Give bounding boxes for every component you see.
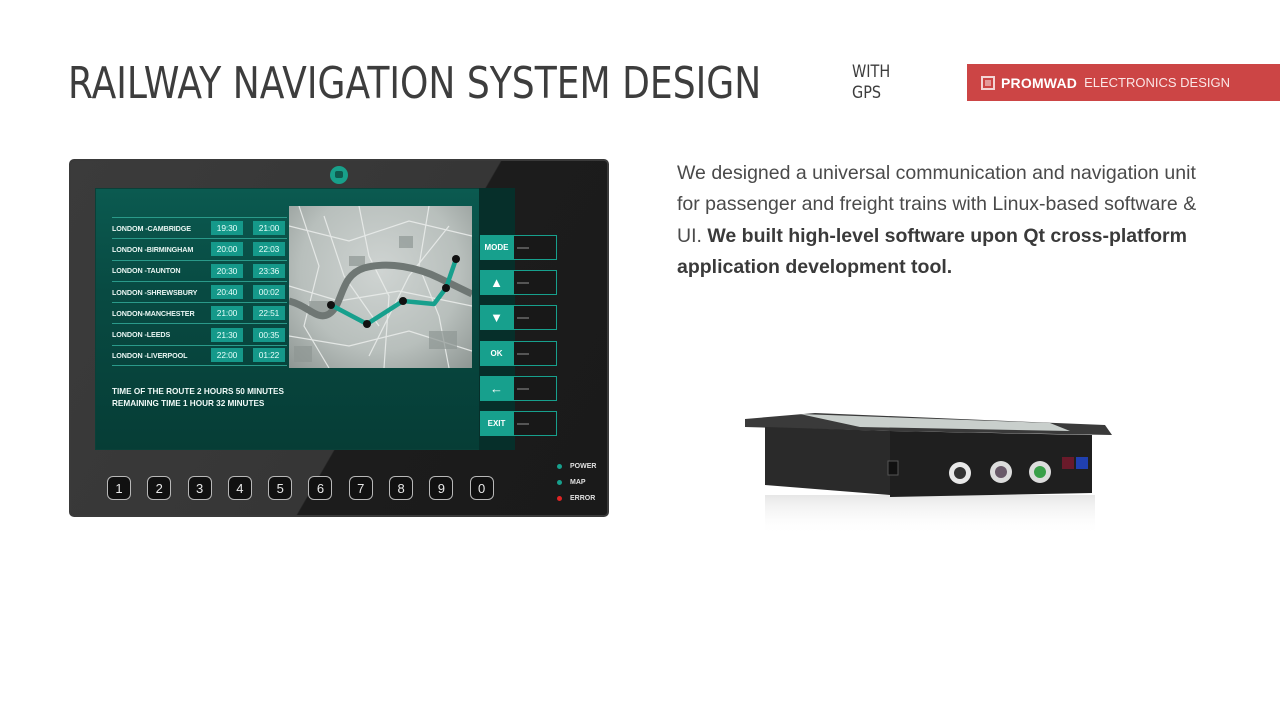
indicator-label: MAP [570,478,586,486]
physical-button-slot[interactable] [513,411,557,436]
keypad-key-1[interactable]: 1 [107,476,131,500]
route-name: LONDON -SHREWSBURY [112,287,198,297]
arrival-time: 23:36 [253,263,285,278]
led-icon [557,496,562,502]
keypad-key-9[interactable]: 9 [429,476,454,500]
down-button[interactable]: ▼ [480,305,513,330]
arrival-time: 00:35 [253,327,285,342]
arrow-up-icon: ▲ [490,275,503,290]
arrival-time: 22:03 [253,242,285,257]
mode-button[interactable]: MODE [480,235,513,260]
route-name: LONDON -LIVERPOOL [112,350,188,360]
departure-time: 20:30 [211,263,243,278]
route-row[interactable]: LONDON -BIRMINGHAM 20:00 22:03 [112,238,287,259]
route-row[interactable]: LONDON -SHREWSBURY 20:40 00:02 [112,280,287,302]
map-graphic [289,206,472,368]
promwad-logo-icon [981,75,995,90]
route-name: LONDON -BIRMINGHAM [112,244,194,254]
indicator-label: ERROR [570,495,596,503]
keypad-key-7[interactable]: 7 [348,476,373,500]
keypad-key-2[interactable]: 2 [147,476,172,500]
physical-button-slot[interactable] [513,270,557,295]
departure-time: 21:30 [211,327,243,342]
indicator-map: MAP [557,474,596,490]
back-button[interactable]: ← [480,376,513,401]
brand-banner: PROMWAD ELECTRONICS DESIGN [967,64,1280,101]
departure-time: 19:30 [211,221,243,236]
device-product-photo [740,405,1120,535]
subtitle-line-1: WITH [852,62,891,82]
physical-button-slot[interactable] [513,235,557,260]
physical-button-slot[interactable] [513,376,557,401]
route-stop [452,255,460,263]
departure-time: 20:00 [211,242,243,257]
route-table: LONDOM -CAMBRIDGE 19:30 21:00 LONDON -BIRMI… [112,217,287,367]
route-stop [442,284,450,292]
route-stop [363,320,371,328]
departure-time: 21:00 [211,306,243,321]
route-row[interactable]: LONDON -LEEDS 21:30 00:35 [112,323,287,344]
keypad-key-4[interactable]: 4 [227,476,252,500]
project-description: We designed a universal communication an… [677,158,1197,283]
arrival-time: 01:22 [253,348,285,363]
indicator-label: POWER [570,462,597,470]
mode-label: MODE [484,243,509,252]
indicator-power: POWER [557,458,596,474]
departure-time: 20:40 [211,285,243,300]
keypad-key-8[interactable]: 8 [389,476,414,500]
route-name: LONDON -LEEDS [112,330,171,340]
brand-name: PROMWAD [1001,74,1078,91]
exit-button[interactable]: EXIT [480,411,513,436]
exit-label: EXIT [487,419,506,428]
navigation-device: LONDOM -CAMBRIDGE 19:30 21:00 LONDON -BIRMI… [69,159,609,517]
route-time: TIME OF THE ROUTE 2 HOURS 50 MINUTES [112,387,284,396]
keypad-key-0[interactable]: 0 [469,476,494,500]
departure-time: 22:00 [211,348,243,363]
ok-label: OK [490,349,503,358]
route-stop [399,297,407,305]
indicator-error: ERROR [557,491,596,507]
arrival-time: 21:00 [253,221,285,236]
subtitle-line-2: GPS [852,83,882,103]
keypad-key-5[interactable]: 5 [268,476,293,500]
physical-button-slot[interactable] [513,305,557,330]
arrow-down-icon: ▼ [490,310,503,325]
status-indicators: POWER MAP ERROR [557,458,596,507]
connector-icon [949,461,1051,484]
up-button[interactable]: ▲ [480,270,513,295]
route-name: LONDON -TAUNTON [112,266,181,276]
physical-button-slot[interactable] [513,341,557,366]
route-name: LONDOM -CAMBRIDGE [112,223,191,233]
led-icon [557,463,562,469]
arrow-left-icon: ← [490,381,503,396]
route-row[interactable]: LONDON -LIVERPOOL 22:00 01:22 [112,344,287,367]
route-name: LONDON-MANCHESTER [112,308,195,318]
brand-tagline: ELECTRONICS DESIGN [1084,75,1230,90]
route-info: TIME OF THE ROUTE 2 HOURS 50 MINUTES REM… [112,386,284,410]
page-title: RAILWAY NAVIGATION SYSTEM DESIGN [68,58,762,109]
device-photo-graphic [745,413,1112,535]
keypad-key-3[interactable]: 3 [187,476,212,500]
remaining-time: REMAINING TIME 1 HOUR 32 MINUTES [112,399,265,408]
route-row[interactable]: LONDOM -CAMBRIDGE 19:30 21:00 [112,217,287,238]
route-row[interactable]: LONDON-MANCHESTER 21:00 22:51 [112,302,287,323]
keypad: 1234567890 [107,476,510,500]
arrival-time: 00:02 [253,285,285,300]
device-screen: LONDOM -CAMBRIDGE 19:30 21:00 LONDON -BIRMI… [95,188,515,450]
arrival-time: 22:51 [253,306,285,321]
page-subtitle: WITH GPS [852,62,890,104]
route-stop [327,301,335,309]
route-map [289,206,472,368]
route-row[interactable]: LONDON -TAUNTON 20:30 23:36 [112,259,287,281]
led-icon [557,479,562,485]
keypad-key-6[interactable]: 6 [308,476,333,500]
ok-button[interactable]: OK [480,341,513,366]
camera-icon [330,166,348,184]
description-bold: We built high-level software upon Qt cro… [677,224,1187,278]
